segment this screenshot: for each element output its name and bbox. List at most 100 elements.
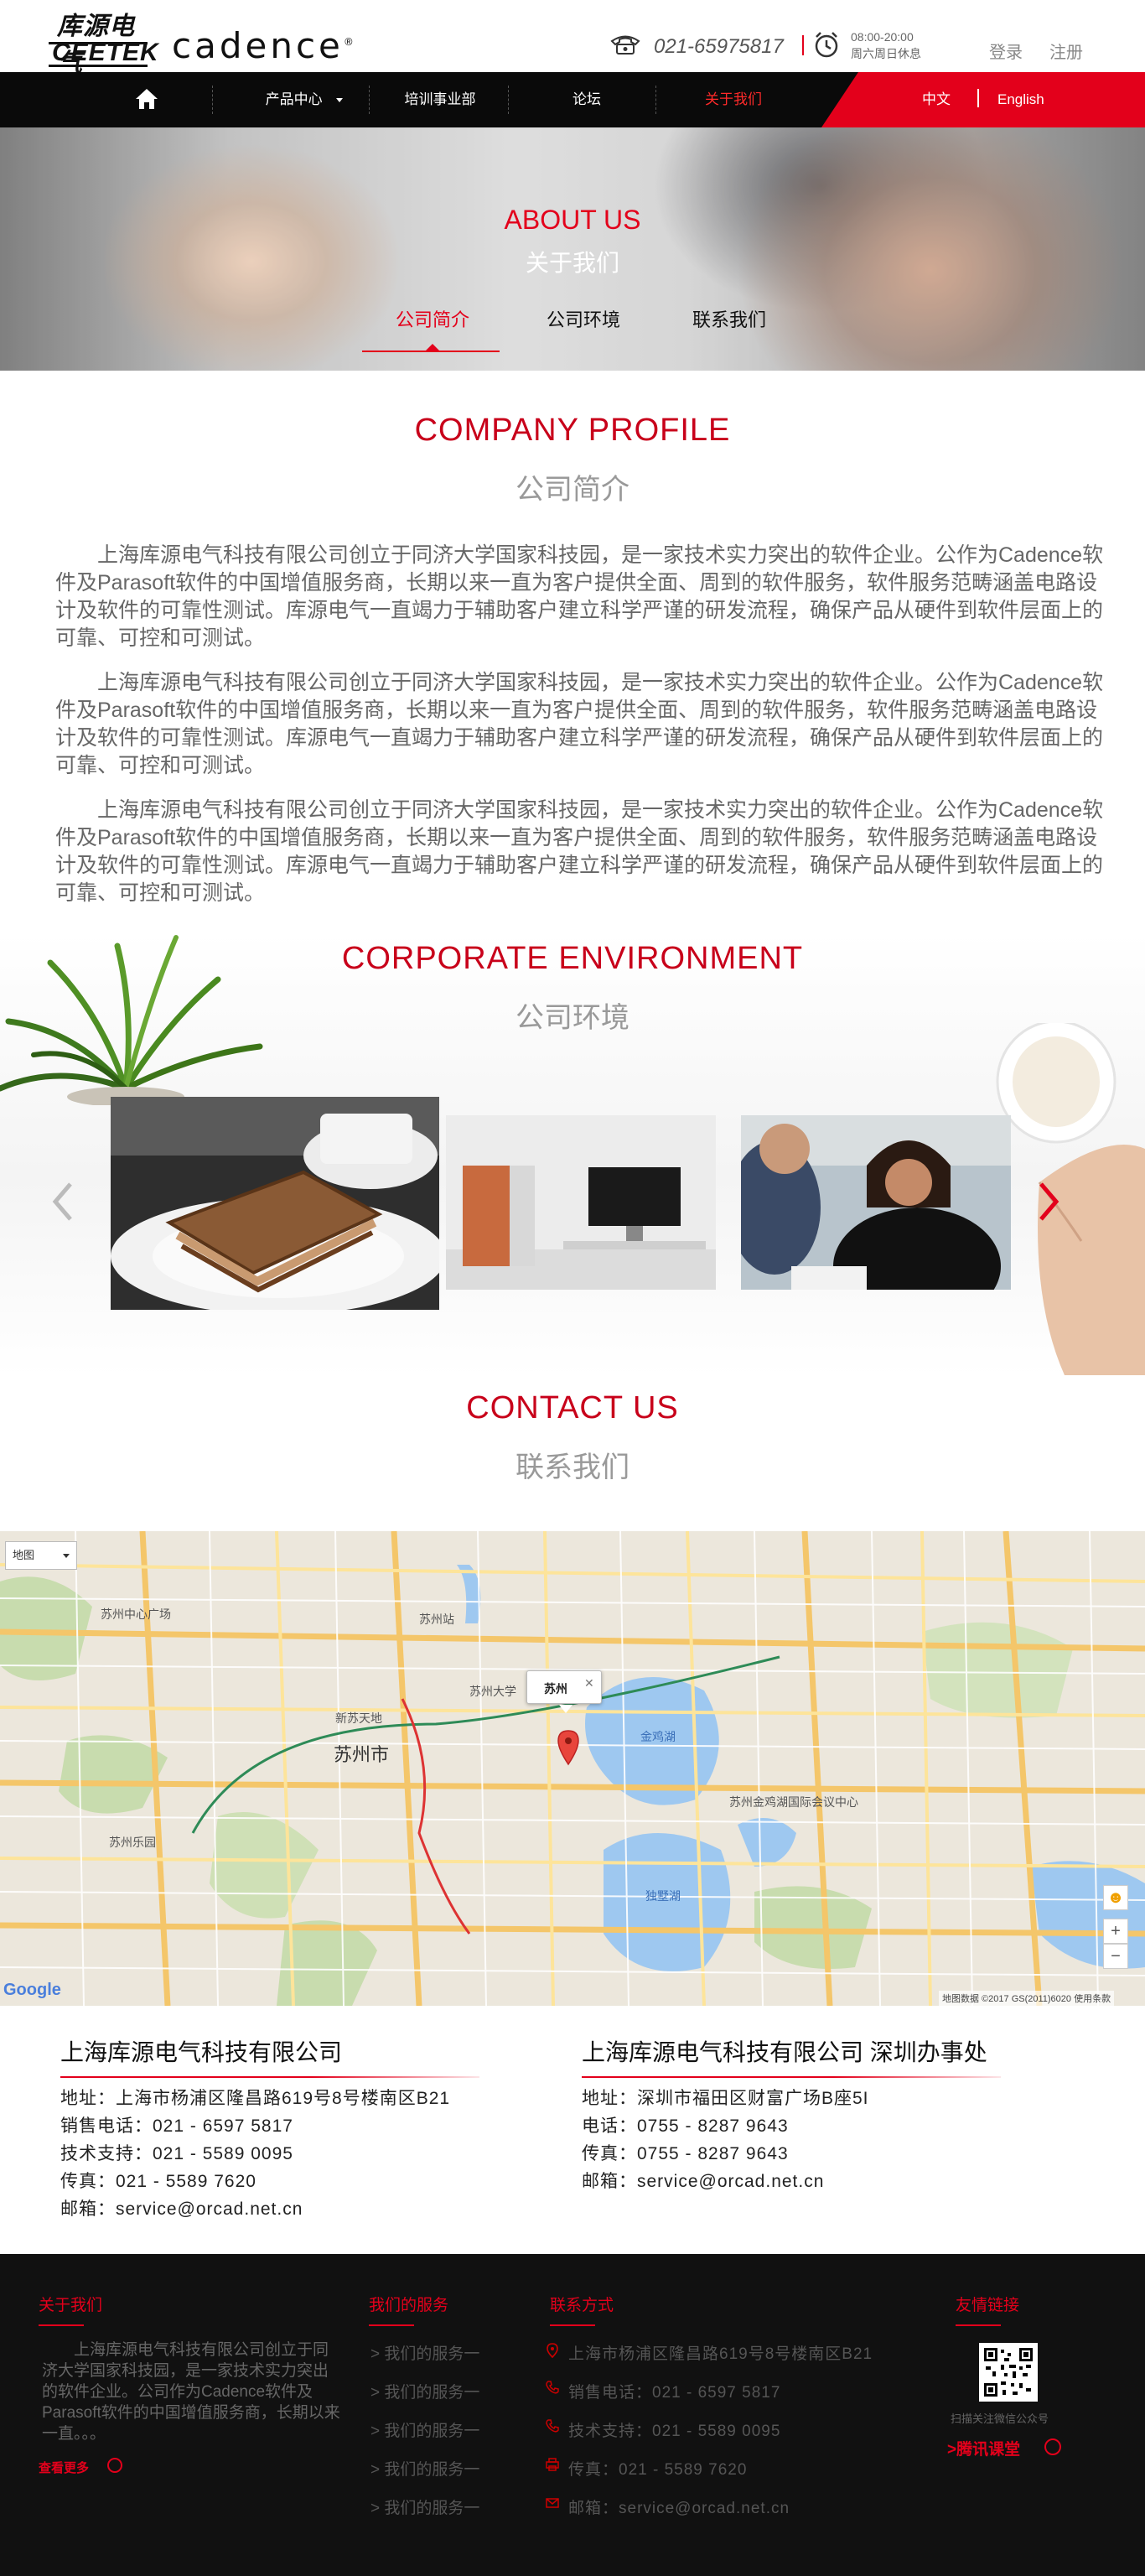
phone-icon — [546, 2381, 559, 2394]
map-zoom-controls: ☻ + − — [1103, 1885, 1128, 1989]
nav-item-about[interactable]: 关于我们 — [696, 72, 771, 127]
profile-title-en: COMPANY PROFILE — [414, 413, 731, 448]
footer-service-link[interactable]: > 我们的服务一 — [370, 2496, 479, 2518]
map-label: 苏州乐园 — [109, 1836, 156, 1849]
map-label: 苏州大学 — [469, 1685, 516, 1698]
meeting-image — [741, 1115, 1011, 1290]
chevron-down-icon — [63, 1554, 70, 1558]
footer-contact-title: 联系方式 — [550, 2297, 614, 2314]
nav-item-products[interactable]: 产品中心 — [250, 72, 359, 127]
office-address: 地址：深圳市福田区财富广场B座5I — [582, 2089, 869, 2108]
phone-number: 021-65975817 — [654, 35, 784, 58]
pegman-icon[interactable]: ☻ — [1103, 1885, 1128, 1910]
profile-paragraph: 上海库源电气科技有限公司创立于同济大学国家科技园，是一家技术实力突出的软件企业。… — [55, 798, 1104, 905]
office-sales-phone: 销售电话：021 - 6597 5817 — [60, 2116, 293, 2136]
hero-title-cn: 关于我们 — [525, 250, 619, 276]
register-link[interactable]: 注册 — [1049, 39, 1083, 63]
tencent-classroom-link[interactable]: >腾讯课堂 — [947, 2437, 1020, 2459]
contact-title-en: CONTACT US — [466, 1390, 679, 1426]
footer-links-title: 友情链接 — [956, 2297, 1020, 2314]
carousel-next-arrow-icon[interactable] — [1036, 1181, 1061, 1223]
cadence-logo-text: cadence — [172, 25, 344, 66]
map-label-city: 苏州市 — [334, 1744, 389, 1765]
environment-photo-meeting[interactable] — [741, 1115, 1011, 1290]
footer-address: 上海市杨浦区隆昌路619号8号楼南区B21 — [568, 2345, 873, 2363]
wechat-qr-code — [979, 2343, 1038, 2402]
location-icon — [547, 2343, 558, 2358]
lang-divider — [977, 89, 979, 107]
room-image — [446, 1115, 716, 1290]
home-icon[interactable] — [134, 87, 159, 111]
header-divider — [802, 35, 804, 55]
map-pin-icon[interactable] — [557, 1729, 580, 1766]
footer-email[interactable]: 邮箱：service@orcad.net.cn — [568, 2496, 790, 2518]
hours-weekend: 周六周日休息 — [851, 47, 921, 60]
footer-title-underline — [956, 2324, 1001, 2326]
language-switcher — [821, 72, 1145, 127]
arrow-right-circle-icon[interactable] — [107, 2458, 122, 2473]
footer-service-link[interactable]: > 我们的服务一 — [370, 2418, 479, 2441]
phone-icon — [610, 35, 640, 55]
footer-sales-phone: 销售电话：021 - 6597 5817 — [568, 2384, 781, 2402]
subtab-company-profile[interactable]: 公司简介 — [396, 305, 469, 332]
footer-title-underline — [369, 2324, 414, 2326]
map-widget[interactable]: 苏州市 苏州站 新苏天地 苏州大学 金鸡湖 独墅湖 苏州金鸡湖国际会议中心 苏州… — [0, 1531, 1145, 2006]
map-label: 苏州中心广场 — [101, 1607, 171, 1621]
map-label: 苏州站 — [419, 1613, 454, 1626]
map-type-label: 地图 — [13, 1549, 35, 1561]
office-title: 上海库源电气科技有限公司 深圳办事处 — [582, 2034, 1051, 2078]
clock-icon — [815, 32, 838, 58]
nav-item-forum[interactable]: 论坛 — [553, 72, 620, 127]
map-label: 金鸡湖 — [640, 1730, 676, 1743]
map-canvas[interactable]: 苏州市 苏州站 新苏天地 苏州大学 金鸡湖 独墅湖 苏州金鸡湖国际会议中心 苏州… — [0, 1531, 1145, 2006]
lang-english[interactable]: English — [997, 72, 1044, 127]
map-copyright[interactable]: 地图数据 ©2017 GS(2011)6020 使用条款 — [939, 1991, 1115, 2006]
site-footer: 关于我们 上海库源电气科技有限公司创立于同济大学国家科技园，是一家技术实力突出的… — [0, 2254, 1145, 2576]
subtab-contact[interactable]: 联系我们 — [692, 305, 766, 332]
printer-icon — [546, 2458, 559, 2471]
cake-image — [111, 1097, 439, 1310]
arrow-right-circle-icon[interactable] — [1044, 2438, 1061, 2455]
footer-title-underline — [39, 2324, 84, 2326]
carousel-prev-arrow-icon[interactable] — [50, 1181, 75, 1223]
top-header: 库源电气 CEETEK cadence® 021-65975817 08:00-… — [0, 0, 1145, 77]
map-type-select[interactable]: 地图 — [5, 1541, 77, 1570]
office-shenzhen: 上海库源电气科技有限公司 深圳办事处 地址：深圳市福田区财富广场B座5I 电话：… — [582, 2034, 1051, 2195]
business-hours: 08:00-20:00 周六周日休息 — [851, 29, 921, 62]
map-info-popup[interactable]: 苏州 ✕ — [526, 1670, 602, 1713]
ceetek-logo[interactable]: 库源电气 CEETEK — [49, 5, 158, 77]
nav-item-training[interactable]: 培训事业部 — [394, 72, 486, 127]
zoom-in-button[interactable]: + — [1103, 1919, 1128, 1944]
mail-icon — [546, 2498, 559, 2508]
map-label: 苏州金鸡湖国际会议中心 — [729, 1795, 858, 1809]
footer-title-underline — [550, 2324, 595, 2326]
hero-title-en: ABOUT US — [504, 205, 641, 235]
office-email[interactable]: 邮箱：service@orcad.net.cn — [60, 2195, 496, 2223]
nav-separator — [212, 86, 213, 114]
footer-more-link[interactable]: 查看更多 — [39, 2459, 89, 2476]
footer-support-phone: 技术支持：021 - 5589 0095 — [568, 2423, 781, 2440]
hero-banner: ABOUT US 关于我们 公司简介 公司环境 联系我们 — [0, 127, 1145, 371]
login-link[interactable]: 登录 — [989, 39, 1023, 63]
environment-photo-cake[interactable] — [111, 1097, 439, 1310]
footer-service-link[interactable]: > 我们的服务一 — [370, 2457, 479, 2480]
subtab-environment[interactable]: 公司环境 — [547, 305, 620, 332]
office-email[interactable]: 邮箱：service@orcad.net.cn — [582, 2168, 1051, 2195]
footer-about-title: 关于我们 — [39, 2297, 103, 2314]
close-icon[interactable]: ✕ — [584, 1676, 594, 1690]
chevron-down-icon — [336, 98, 344, 103]
contact-title-cn: 联系我们 — [516, 1452, 629, 1483]
active-tab-underline — [362, 351, 500, 352]
office-title: 上海库源电气科技有限公司 — [60, 2034, 496, 2078]
environment-photo-room[interactable] — [446, 1115, 716, 1290]
environment-title-en: CORPORATE ENVIRONMENT — [341, 941, 804, 976]
lang-chinese[interactable]: 中文 — [922, 72, 951, 127]
office-support-phone: 技术支持：021 - 5589 0095 — [60, 2144, 293, 2163]
footer-service-link[interactable]: > 我们的服务一 — [370, 2341, 479, 2364]
phone-icon — [546, 2419, 559, 2433]
google-logo[interactable]: Google — [3, 1981, 61, 2000]
footer-service-link[interactable]: > 我们的服务一 — [370, 2380, 479, 2402]
office-fax: 传真：0755 - 8287 9643 — [582, 2144, 789, 2163]
cadence-logo: cadence® — [172, 25, 357, 66]
zoom-out-button[interactable]: − — [1103, 1944, 1128, 1969]
